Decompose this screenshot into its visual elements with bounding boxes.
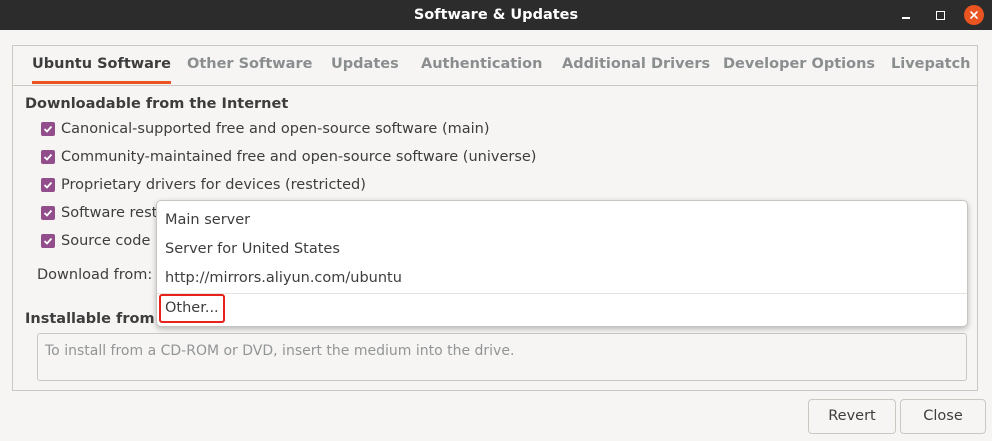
title-bar[interactable]: Software & Updates bbox=[0, 0, 992, 30]
cd-rom-hint: To install from a CD-ROM or DVD, insert … bbox=[45, 343, 515, 359]
tab-ubuntu-software[interactable]: Ubuntu Software bbox=[32, 46, 171, 84]
checkbox-restricted[interactable]: Proprietary drivers for devices (restric… bbox=[41, 175, 366, 195]
maximize-icon bbox=[935, 10, 945, 20]
tab-bar: Ubuntu Software Other Software Updates A… bbox=[13, 46, 977, 86]
checkbox-checked-icon[interactable] bbox=[41, 122, 55, 136]
menu-item-main-server[interactable]: Main server bbox=[165, 209, 250, 231]
checkbox-label: Proprietary drivers for devices (restric… bbox=[61, 177, 366, 193]
checkbox-source-code[interactable]: Source code bbox=[41, 231, 150, 251]
menu-separator bbox=[157, 293, 967, 294]
tab-authentication[interactable]: Authentication bbox=[421, 46, 542, 84]
cd-rom-list[interactable]: To install from a CD-ROM or DVD, insert … bbox=[37, 333, 967, 381]
revert-button[interactable]: Revert bbox=[808, 399, 896, 434]
tab-updates[interactable]: Updates bbox=[331, 46, 399, 84]
highlight-box bbox=[159, 294, 225, 323]
downloadable-heading: Downloadable from the Internet bbox=[25, 96, 289, 112]
minimize-button[interactable] bbox=[896, 5, 916, 25]
tab-livepatch[interactable]: Livepatch bbox=[891, 46, 971, 84]
checkbox-label: Community-maintained free and open-sourc… bbox=[61, 149, 537, 165]
close-window-button[interactable] bbox=[964, 5, 984, 25]
checkbox-multiverse[interactable]: Software restr bbox=[41, 203, 163, 223]
minimize-icon bbox=[902, 17, 910, 19]
checkbox-checked-icon[interactable] bbox=[41, 206, 55, 220]
tab-developer-options[interactable]: Developer Options bbox=[723, 46, 875, 84]
menu-item-us-server[interactable]: Server for United States bbox=[165, 238, 340, 260]
checkbox-label: Canonical-supported free and open-source… bbox=[61, 121, 490, 137]
close-icon bbox=[970, 11, 978, 19]
download-from-label: Download from: bbox=[37, 267, 153, 283]
download-server-menu: Main server Server for United States htt… bbox=[156, 200, 968, 327]
checkbox-universe[interactable]: Community-maintained free and open-sourc… bbox=[41, 147, 536, 167]
menu-item-aliyun-mirror[interactable]: http://mirrors.aliyun.com/ubuntu bbox=[165, 267, 402, 289]
maximize-button[interactable] bbox=[930, 5, 950, 25]
window-title: Software & Updates bbox=[413, 7, 579, 23]
tab-other-software[interactable]: Other Software bbox=[187, 46, 312, 84]
checkbox-checked-icon[interactable] bbox=[41, 234, 55, 248]
software-updates-window: Software & Updates Ubuntu Software Other… bbox=[0, 0, 992, 441]
close-button[interactable]: Close bbox=[900, 399, 986, 434]
tab-additional-drivers[interactable]: Additional Drivers bbox=[562, 46, 710, 84]
checkbox-main[interactable]: Canonical-supported free and open-source… bbox=[41, 119, 490, 139]
checkbox-checked-icon[interactable] bbox=[41, 178, 55, 192]
checkbox-checked-icon[interactable] bbox=[41, 150, 55, 164]
checkbox-label: Software restr bbox=[61, 205, 164, 221]
checkbox-label: Source code bbox=[61, 233, 151, 249]
